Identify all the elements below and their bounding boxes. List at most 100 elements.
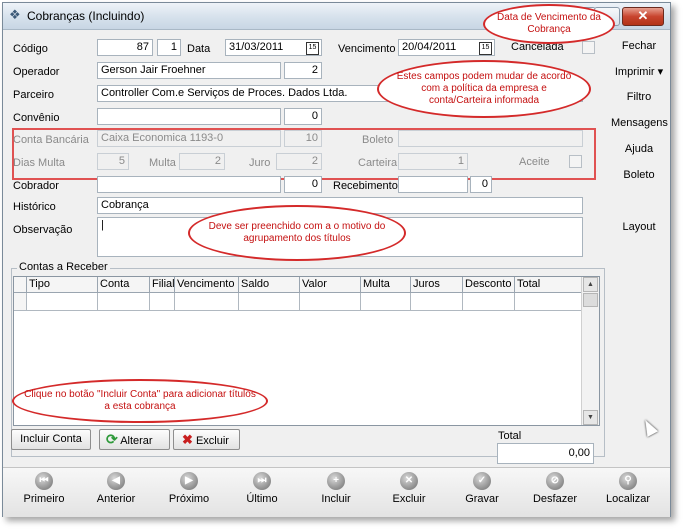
scroll-up-icon[interactable]: ▲	[583, 277, 598, 292]
aceite-label: Aceite	[519, 156, 550, 168]
col-tipo[interactable]: Tipo	[27, 277, 98, 293]
boleto-label: Boleto	[362, 134, 394, 146]
data-label: Data	[187, 43, 211, 55]
conta-bancaria-code-field[interactable]: 10	[284, 130, 322, 147]
excluir-label: Excluir	[195, 435, 229, 447]
codigo-field[interactable]: 87	[97, 39, 153, 56]
operador-label: Operador	[13, 66, 60, 78]
dias-multa-field[interactable]: 5	[97, 153, 129, 170]
alterar-button[interactable]: ⟳ Alterar	[99, 429, 170, 450]
dias-multa-label: Dias Multa	[13, 157, 65, 169]
col-vencimento[interactable]: Vencimento	[175, 277, 239, 293]
mensagens-button[interactable]: Mensagens	[611, 117, 668, 129]
conta-bancaria-field[interactable]: Caixa Economica 1193-0	[97, 130, 281, 147]
proximo-button[interactable]: ▶ Próximo	[158, 472, 220, 505]
window-title: Cobranças (Incluindo)	[27, 9, 145, 23]
col-valor[interactable]: Valor	[300, 277, 361, 293]
col-desconto[interactable]: Desconto	[463, 277, 515, 293]
calendar-icon[interactable]: 15	[479, 42, 492, 55]
close-button[interactable]: ✕	[622, 7, 664, 26]
localizar-label: Localizar	[605, 493, 651, 505]
cell-vencimento[interactable]	[175, 293, 239, 311]
col-juros[interactable]: Juros	[411, 277, 463, 293]
incluir-conta-button[interactable]: Incluir Conta	[11, 429, 91, 450]
search-icon: ⚲	[619, 472, 637, 490]
grid-vertical-scrollbar[interactable]: ▲ ▼	[581, 277, 599, 425]
anterior-button[interactable]: ◀ Anterior	[85, 472, 147, 505]
cobrador-code-field[interactable]: 0	[284, 176, 322, 193]
ultimo-button[interactable]: ⏭ Último	[231, 472, 293, 505]
operador-code-field[interactable]: 2	[284, 62, 322, 79]
primeiro-button[interactable]: ⏮ Primeiro	[13, 472, 75, 505]
col-total[interactable]: Total	[515, 277, 582, 293]
localizar-button[interactable]: ⚲ Localizar	[597, 472, 659, 505]
col-filial[interactable]: Filial	[150, 277, 175, 293]
ajuda-button[interactable]: Ajuda	[611, 143, 667, 155]
delete-icon: ✕	[400, 472, 418, 490]
operador-field[interactable]: Gerson Jair Froehner	[97, 62, 281, 79]
recebimento-field[interactable]	[398, 176, 468, 193]
layout-button[interactable]: Layout	[611, 221, 667, 233]
multa-label: Multa	[149, 157, 176, 169]
cell-filial[interactable]	[150, 293, 175, 311]
cell-saldo[interactable]	[239, 293, 300, 311]
row-indicator	[14, 293, 27, 311]
col-saldo[interactable]: Saldo	[239, 277, 300, 293]
convenio-field[interactable]	[97, 108, 281, 125]
desfazer-button[interactable]: ⊘ Desfazer	[524, 472, 586, 505]
primeiro-label: Primeiro	[23, 493, 65, 505]
callout-incluir-conta: Clique no botão "Incluir Conta" para adi…	[12, 379, 268, 423]
cell-juros[interactable]	[411, 293, 463, 311]
ultimo-label: Último	[246, 493, 278, 505]
col-conta[interactable]: Conta	[98, 277, 150, 293]
data-field[interactable]: 31/03/2011 15	[225, 39, 322, 56]
excluir-conta-button[interactable]: ✖ Excluir	[173, 429, 240, 450]
convenio-code-field[interactable]: 0	[284, 108, 322, 125]
cell-multa[interactable]	[361, 293, 411, 311]
gravar-button[interactable]: ✓ Gravar	[451, 472, 513, 505]
juro-label: Juro	[249, 157, 271, 169]
boleto-button[interactable]: Boleto	[611, 169, 667, 181]
previous-icon: ◀	[107, 472, 125, 490]
multa-field[interactable]: 2	[179, 153, 225, 170]
cell-valor[interactable]	[300, 293, 361, 311]
last-record-icon: ⏭	[253, 472, 271, 490]
cancelada-checkbox[interactable]	[582, 41, 595, 54]
excluir-button[interactable]: ✕ Excluir	[378, 472, 440, 505]
check-icon: ✓	[473, 472, 491, 490]
col-multa[interactable]: Multa	[361, 277, 411, 293]
aceite-checkbox[interactable]	[569, 155, 582, 168]
cell-total[interactable]	[515, 293, 582, 311]
undo-icon: ⊘	[546, 472, 564, 490]
observacao-label: Observação	[13, 224, 73, 236]
codigo-seq-field[interactable]: 1	[157, 39, 181, 56]
alterar-label: Alterar	[120, 435, 153, 447]
incluir-button[interactable]: + Incluir	[305, 472, 367, 505]
contas-group-title: Contas a Receber	[17, 261, 110, 273]
codigo-label: Código	[13, 43, 48, 55]
excluir-nav-label: Excluir	[392, 493, 426, 505]
calendar-icon[interactable]: 15	[306, 42, 319, 55]
cell-conta[interactable]	[98, 293, 150, 311]
juro-field[interactable]: 2	[276, 153, 322, 170]
cobrador-field[interactable]	[97, 176, 281, 193]
scroll-thumb[interactable]	[583, 293, 598, 307]
cobrador-label: Cobrador	[13, 180, 59, 192]
filtro-button[interactable]: Filtro	[611, 91, 667, 103]
cell-tipo[interactable]	[27, 293, 98, 311]
recebimento-code-field[interactable]: 0	[470, 176, 492, 193]
carteira-field[interactable]: 1	[398, 153, 468, 170]
cell-desconto[interactable]	[463, 293, 515, 311]
proximo-label: Próximo	[168, 493, 210, 505]
grid-indicator-header	[14, 277, 27, 293]
scroll-down-icon[interactable]: ▼	[583, 410, 598, 425]
app-icon: ❖	[9, 7, 21, 22]
vencimento-field[interactable]: 20/04/2011 15	[398, 39, 495, 56]
convenio-label: Convênio	[13, 112, 60, 124]
fechar-button[interactable]: Fechar	[611, 40, 667, 52]
conta-bancaria-label: Conta Bancária	[13, 134, 89, 146]
vencimento-value: 20/04/2011	[402, 41, 457, 53]
callout-vencimento: Data de Vencimento da Cobrança	[483, 4, 615, 44]
imprimir-button[interactable]: Imprimir ▾	[611, 65, 667, 78]
boleto-field[interactable]	[398, 130, 583, 147]
